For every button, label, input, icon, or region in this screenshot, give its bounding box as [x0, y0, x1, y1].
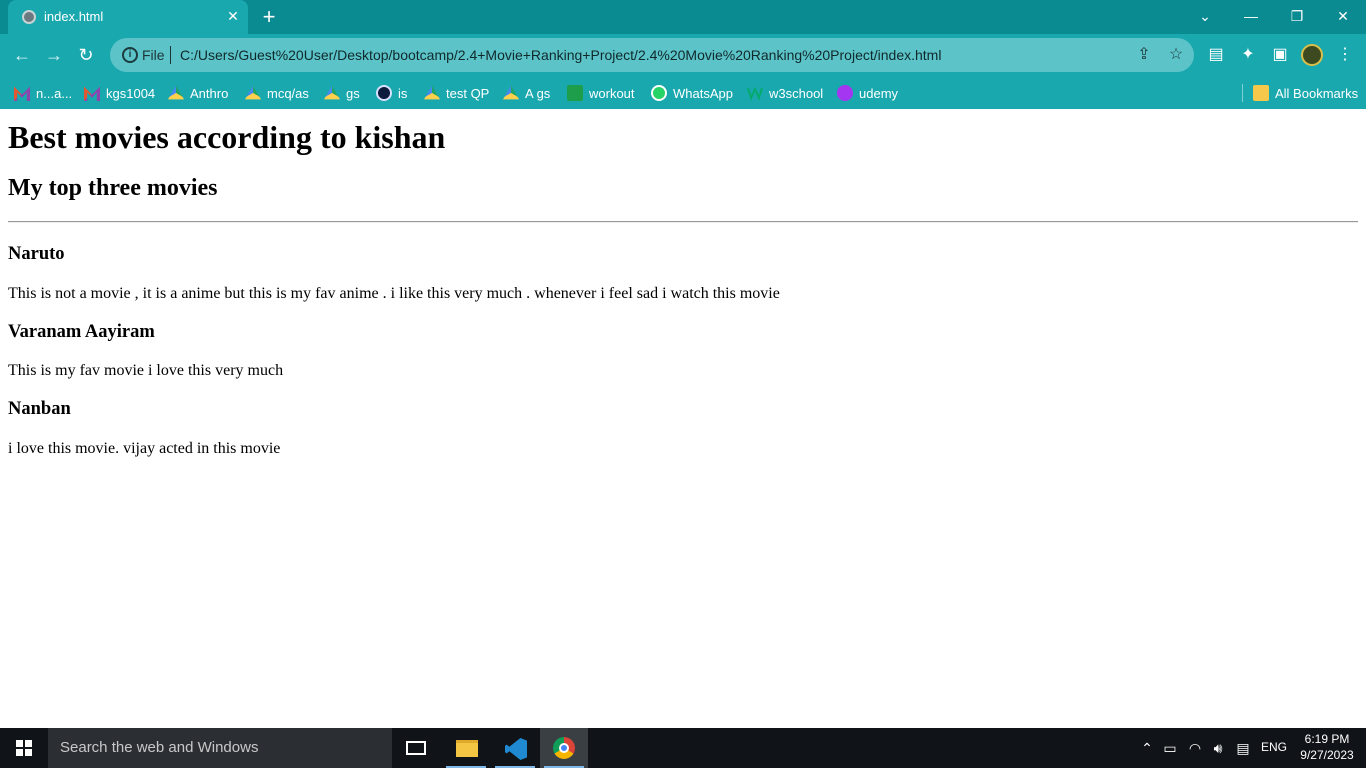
bookmark-item[interactable]: udemy [837, 83, 898, 103]
udemy-icon [837, 85, 853, 101]
extensions-icon[interactable]: ✦ [1238, 45, 1258, 65]
taskbar-search[interactable]: Search the web and Windows [48, 728, 392, 768]
taskbar-file-explorer[interactable] [442, 728, 490, 768]
clock[interactable]: 6:19 PM 9/27/2023 [1296, 731, 1358, 763]
browser-title-bar: index.html ✕ + ⌄ — ❐ ✕ [0, 0, 1366, 34]
tab-search-button[interactable]: ⌄ [1182, 0, 1228, 34]
wifi-icon[interactable]: ◠ [1186, 739, 1204, 757]
notifications-icon[interactable]: ▤ [1234, 739, 1252, 757]
bookmark-item[interactable]: WhatsApp [651, 83, 733, 103]
printer-icon[interactable]: ▤ [1206, 45, 1226, 65]
horizontal-rule [8, 221, 1358, 223]
new-tab-button[interactable]: + [258, 6, 280, 28]
menu-kebab-icon[interactable]: ⋮ [1335, 45, 1355, 65]
close-tab-icon[interactable]: ✕ [224, 7, 242, 25]
bookmark-item[interactable]: gs [324, 83, 360, 103]
bookmark-star-icon[interactable]: ☆ [1166, 45, 1186, 65]
scheme-label: File [142, 47, 165, 63]
drive-icon [324, 85, 340, 100]
whatsapp-icon [651, 85, 667, 101]
volume-icon[interactable]: 🔊︎ [1209, 739, 1227, 757]
drive-icon [503, 85, 519, 100]
movie-description: This is not a movie , it is a anime but … [8, 285, 780, 302]
w3schools-icon [747, 86, 763, 101]
share-icon[interactable]: ⇪ [1134, 45, 1154, 65]
drive-icon [424, 85, 440, 100]
all-bookmarks-button[interactable]: All Bookmarks [1253, 83, 1358, 103]
bookmark-item[interactable]: is [376, 83, 407, 103]
battery-icon[interactable]: ▭ [1161, 739, 1179, 757]
info-icon[interactable]: i [122, 47, 138, 63]
bookmarks-bar: n...a... kgs1004 Anthro mcq/as gs is tes… [0, 76, 1366, 109]
task-view-button[interactable] [392, 728, 440, 768]
clock-date: 9/27/2023 [1300, 748, 1354, 762]
movie-title: Naruto [8, 244, 65, 264]
taskbar-chrome[interactable] [540, 728, 588, 768]
drive-icon [168, 85, 184, 100]
profile-avatar[interactable] [1301, 44, 1323, 66]
page-subheading: My top three movies [8, 175, 218, 201]
minimize-button[interactable]: — [1228, 0, 1274, 34]
divider [170, 46, 171, 64]
browser-toolbar: ← → ↻ i File C:/Users/Guest%20User/Deskt… [0, 34, 1366, 76]
bookmark-item[interactable]: n...a... [14, 83, 72, 103]
page-heading: Best movies according to kishan [8, 119, 446, 155]
forward-button[interactable]: → [41, 42, 67, 68]
side-panel-icon[interactable]: ▣ [1270, 45, 1290, 65]
taskbar-vscode[interactable] [491, 728, 539, 768]
divider [1242, 84, 1243, 102]
task-view-icon [406, 741, 426, 755]
chrome-icon [553, 737, 575, 759]
bookmark-item[interactable]: Anthro [168, 83, 228, 103]
browser-tab[interactable]: index.html ✕ [8, 0, 248, 34]
reload-button[interactable]: ↻ [73, 42, 99, 68]
bookmark-item[interactable]: w3school [747, 83, 823, 103]
tab-title: index.html [44, 9, 104, 24]
close-window-button[interactable]: ✕ [1320, 0, 1366, 34]
site-icon [376, 85, 392, 101]
url-text[interactable]: C:/Users/Guest%20User/Desktop/bootcamp/2… [180, 47, 941, 63]
vscode-icon [505, 738, 527, 760]
gmail-icon [84, 86, 100, 101]
language-indicator[interactable]: ENG [1261, 740, 1287, 754]
bookmark-item[interactable]: kgs1004 [84, 83, 155, 103]
globe-icon [22, 10, 36, 24]
sheets-icon [567, 85, 583, 101]
bookmark-item[interactable]: mcq/as [245, 83, 309, 103]
page-content: Best movies according to kishan My top t… [0, 109, 1366, 728]
folder-icon [1253, 85, 1269, 101]
back-button[interactable]: ← [9, 42, 35, 68]
gmail-icon [14, 86, 30, 101]
windows-logo-icon [16, 740, 32, 756]
address-bar[interactable]: i File C:/Users/Guest%20User/Desktop/boo… [110, 38, 1194, 72]
start-button[interactable] [0, 728, 48, 768]
movie-title: Varanam Aayiram [8, 322, 155, 342]
restore-button[interactable]: ❐ [1274, 0, 1320, 34]
bookmark-item[interactable]: workout [567, 83, 635, 103]
file-explorer-icon [456, 740, 478, 757]
movie-description: This is my fav movie i love this very mu… [8, 362, 284, 379]
movie-description: i love this movie. vijay acted in this m… [8, 440, 281, 457]
bookmark-item[interactable]: test QP [424, 83, 489, 103]
drive-icon [245, 85, 261, 100]
clock-time: 6:19 PM [1304, 732, 1350, 746]
bookmark-item[interactable]: A gs [503, 83, 550, 103]
windows-taskbar: Search the web and Windows ⌃ ▭ ◠ 🔊︎ ▤ EN… [0, 728, 1366, 768]
chevron-up-icon[interactable]: ⌃ [1138, 739, 1156, 757]
search-placeholder: Search the web and Windows [60, 739, 259, 756]
movie-title: Nanban [8, 399, 71, 419]
